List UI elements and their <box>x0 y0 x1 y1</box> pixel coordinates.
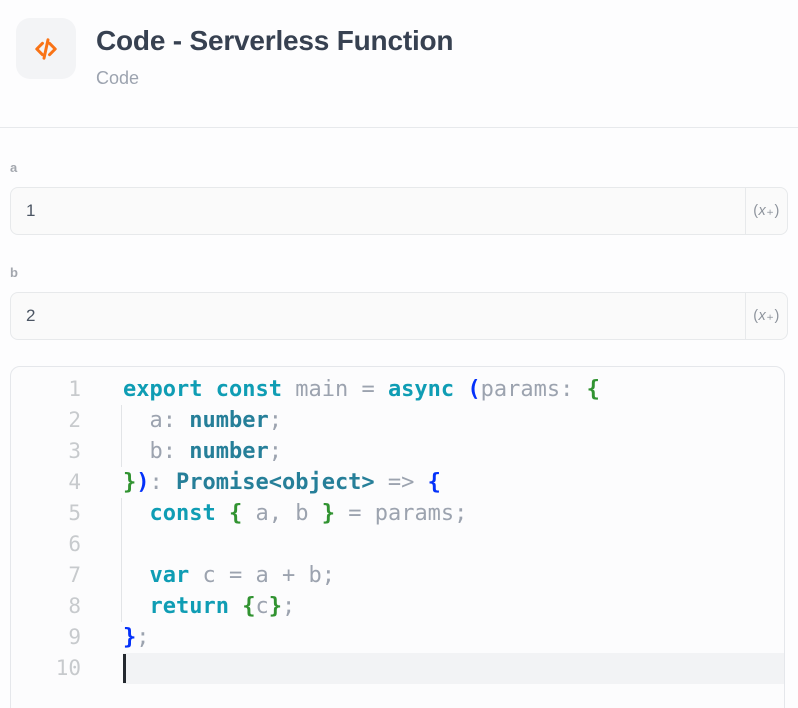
code-token: ; <box>269 408 282 433</box>
code-line[interactable]: 9}; <box>11 622 784 653</box>
insert-variable-icon: (x₊) <box>753 203 780 219</box>
code-token: const <box>150 501 216 526</box>
code-token: ; <box>282 594 295 619</box>
code-line-content: var c = a + b; <box>123 560 784 591</box>
insert-variable-icon: (x₊) <box>753 308 780 324</box>
component-header: Code - Serverless Function Code <box>0 0 798 128</box>
code-token: } <box>322 501 335 526</box>
line-number: 8 <box>11 591 81 622</box>
code-line-content: return {c}; <box>123 591 784 622</box>
code-line[interactable]: 1 export const main = async (params: { <box>11 374 784 405</box>
line-number: 5 <box>11 498 81 529</box>
code-line[interactable]: 8 return {c}; <box>11 591 784 622</box>
code-line[interactable]: 5 const { a, b } = params; <box>11 498 784 529</box>
code-token: { <box>587 377 600 402</box>
code-token: a, b <box>242 501 321 526</box>
code-token: ; <box>269 439 282 464</box>
code-token: { <box>242 594 255 619</box>
line-number: 3 <box>11 436 81 467</box>
line-number: 4 <box>11 467 81 498</box>
code-token: c = a + b; <box>189 563 335 588</box>
code-icon-glyph <box>29 32 63 66</box>
code-token: => <box>375 470 428 495</box>
code-token <box>229 594 242 619</box>
code-line-content: a: number; <box>123 405 784 436</box>
insert-variable-button[interactable]: (x₊) <box>745 293 787 339</box>
code-line-content: const { a, b } = params; <box>123 498 784 529</box>
code-token <box>123 594 150 619</box>
code-line-content <box>123 529 784 560</box>
code-line[interactable]: 2 a: number; <box>11 405 784 436</box>
code-line[interactable]: 6 <box>11 529 784 560</box>
code-token: return <box>150 594 229 619</box>
code-editor[interactable]: 1export const main = async (params: {2 a… <box>10 366 785 708</box>
code-token: var <box>150 563 190 588</box>
code-token: } <box>269 594 282 619</box>
page-title: Code - Serverless Function <box>96 25 453 57</box>
code-token: { <box>229 501 242 526</box>
code-token: ( <box>467 377 480 402</box>
code-line[interactable]: 3 b: number; <box>11 436 784 467</box>
field-a-input[interactable]: 1 (x₊) <box>10 187 788 235</box>
code-token <box>454 377 467 402</box>
code-line-content <box>123 653 784 684</box>
code-token: ) <box>136 470 149 495</box>
line-number: 9 <box>11 622 81 653</box>
code-icon <box>16 18 76 79</box>
field-a: a 1 (x₊) <box>10 161 788 235</box>
code-line[interactable]: 4}): Promise<object> => { <box>11 467 784 498</box>
code-token <box>123 563 150 588</box>
code-token: { <box>428 470 441 495</box>
line-number: 7 <box>11 560 81 591</box>
line-number: 2 <box>11 405 81 436</box>
code-token: const <box>216 377 282 402</box>
code-line-content: b: number; <box>123 436 784 467</box>
code-token <box>123 501 150 526</box>
field-a-value: 1 <box>26 188 35 234</box>
input-fields-section: a 1 (x₊) b 2 (x₊) <box>0 161 798 340</box>
code-token: = params; <box>335 501 467 526</box>
page-subtitle: Code <box>96 68 453 89</box>
field-b-input[interactable]: 2 (x₊) <box>10 292 788 340</box>
code-token: Promise<object> <box>176 470 375 495</box>
code-token: c <box>255 594 268 619</box>
field-a-label: a <box>10 161 788 175</box>
code-token <box>202 377 215 402</box>
code-token: : <box>150 470 177 495</box>
line-number: 10 <box>11 653 81 684</box>
code-line[interactable]: 10 <box>11 653 784 684</box>
code-token: } <box>123 470 136 495</box>
insert-variable-button[interactable]: (x₊) <box>745 188 787 234</box>
code-token: number <box>189 408 268 433</box>
code-token: main = <box>282 377 388 402</box>
code-token: b: <box>123 439 189 464</box>
text-cursor <box>123 654 126 683</box>
code-token <box>216 501 229 526</box>
line-number: 6 <box>11 529 81 560</box>
code-token: export <box>123 377 202 402</box>
code-token: } <box>123 625 136 650</box>
code-token: a: <box>123 408 189 433</box>
code-token: number <box>189 439 268 464</box>
code-line-content: }; <box>123 622 784 653</box>
code-line-content: }): Promise<object> => { <box>123 467 784 498</box>
field-b-label: b <box>10 266 788 280</box>
field-b: b 2 (x₊) <box>10 266 788 340</box>
code-line-content: export const main = async (params: { <box>123 374 784 405</box>
code-token: ; <box>136 625 149 650</box>
line-number: 1 <box>11 374 81 405</box>
code-token: params: <box>481 377 587 402</box>
field-b-value: 2 <box>26 293 35 339</box>
code-lines: 1export const main = async (params: {2 a… <box>11 374 784 684</box>
code-token: async <box>388 377 454 402</box>
code-line[interactable]: 7 var c = a + b; <box>11 560 784 591</box>
